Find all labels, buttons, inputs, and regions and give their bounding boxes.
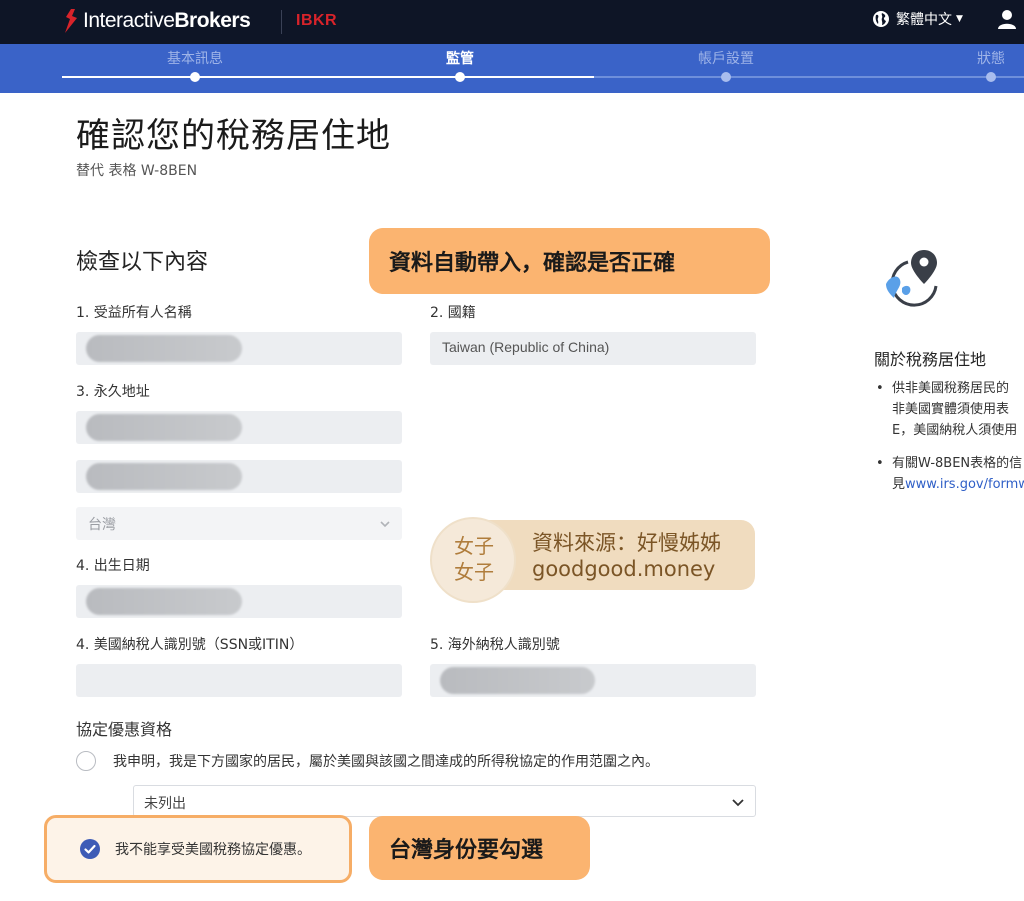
chevron-down-icon [731,794,745,808]
step-dot-account-setup [721,72,731,82]
redacted-value [86,335,242,362]
sidebar-list: 供非美國稅務居民的 非美國實體須使用表 E，美國納稅人須使用 有關W-8BEN表… [874,378,1024,507]
language-label: 繁體中文 [896,12,952,28]
sidebar-item: 供非美國稅務居民的 非美國實體須使用表 E，美國納稅人須使用 [874,378,1024,441]
user-icon[interactable] [997,9,1017,29]
ib-logo[interactable]: InteractiveBrokers [62,8,251,34]
dob-field[interactable] [76,585,402,618]
dob-label: 4. 出生日期 [76,558,150,574]
step-progress-fill [62,76,594,78]
page-subtitle: 替代 表格 W-8BEN [76,163,198,179]
permanent-address-label: 3. 永久地址 [76,384,150,400]
address-country-value: 台灣 [88,516,116,532]
globe-location-icon [878,246,942,310]
beneficial-owner-label: 1. 受益所有人名稱 [76,305,192,321]
us-tin-field[interactable] [76,664,402,697]
foreign-tin-field[interactable] [430,664,756,697]
caret-down-icon: ▼ [956,14,963,24]
source-watermark: 女子 女子 資料來源：好慢姊姊 goodgood.money [430,517,755,603]
step-regulatory[interactable]: 監管 [446,48,474,68]
top-nav: InteractiveBrokers IBKR 繁體中文 ▼ [0,0,1024,44]
step-dot-status [986,72,996,82]
annotation-auto-fill: 資料自動帶入，確認是否正確 [369,228,770,294]
language-selector[interactable]: 繁體中文 ▼ [872,9,963,29]
address-country-select[interactable]: 台灣 [76,507,402,540]
nationality-field[interactable]: Taiwan (Republic of China) [430,332,756,365]
beneficial-owner-field[interactable] [76,332,402,365]
treaty-title: 協定優惠資格 [76,720,173,739]
us-tin-label: 4. 美國納稅人識別號（SSN或ITIN） [76,637,304,653]
redacted-value [86,414,242,441]
no-treaty-benefit-label[interactable]: 我不能享受美國稅務協定優惠。 [115,839,311,859]
foreign-tin-label: 5. 海外納稅人識別號 [430,637,560,653]
redacted-value [440,667,595,694]
nationality-label: 2. 國籍 [430,305,476,321]
ib-logo-text: InteractiveBrokers [83,9,251,32]
step-basic-info[interactable]: 基本訊息 [167,48,223,68]
annotation-taiwan-check: 台灣身份要勾選 [369,816,590,880]
step-dot-basic-info [190,72,200,82]
step-status[interactable]: 狀態 [977,48,1005,68]
logo-divider [281,10,282,34]
globe-icon [872,10,890,28]
chevron-down-icon [378,516,392,530]
check-icon [80,839,100,859]
progress-stepper: 基本訊息 監管 帳戶設置 狀態 [0,44,1024,93]
sidebar-title: 關於稅務居住地 [874,350,987,369]
treaty-claim-radio[interactable] [76,751,96,771]
address-line1-field[interactable] [76,411,402,444]
watermark-site: goodgood.money [532,557,716,581]
page-title: 確認您的稅務居住地 [76,116,391,156]
treaty-country-value: 未列出 [144,796,186,812]
treaty-country-select[interactable]: 未列出 [133,785,756,817]
step-dot-regulatory [455,72,465,82]
section-title: 檢查以下內容 [76,250,209,275]
step-account-setup[interactable]: 帳戶設置 [698,48,754,68]
address-line2-field[interactable] [76,460,402,493]
treaty-claim-label[interactable]: 我申明，我是下方國家的居民，屬於美國與該國之間達成的所得稅協定的作用范圍之內。 [113,751,659,771]
irs-link[interactable]: www.irs.gov/formw [905,477,1024,492]
no-treaty-benefit-option[interactable]: 我不能享受美國稅務協定優惠。 [44,815,352,883]
watermark-source: 資料來源：好慢姊姊 [532,531,721,555]
nationality-value: Taiwan (Republic of China) [442,339,610,355]
ibkr-mark: IBKR [296,12,338,29]
redacted-value [86,588,242,615]
sidebar-item: 有關W-8BEN表格的信 見www.irs.gov/formw [874,453,1024,495]
watermark-logo-circle: 女子 女子 [430,517,516,603]
redacted-value [86,463,242,490]
watermark-logo: 女子 女子 [454,534,494,584]
ib-logo-mark-icon [62,8,80,34]
